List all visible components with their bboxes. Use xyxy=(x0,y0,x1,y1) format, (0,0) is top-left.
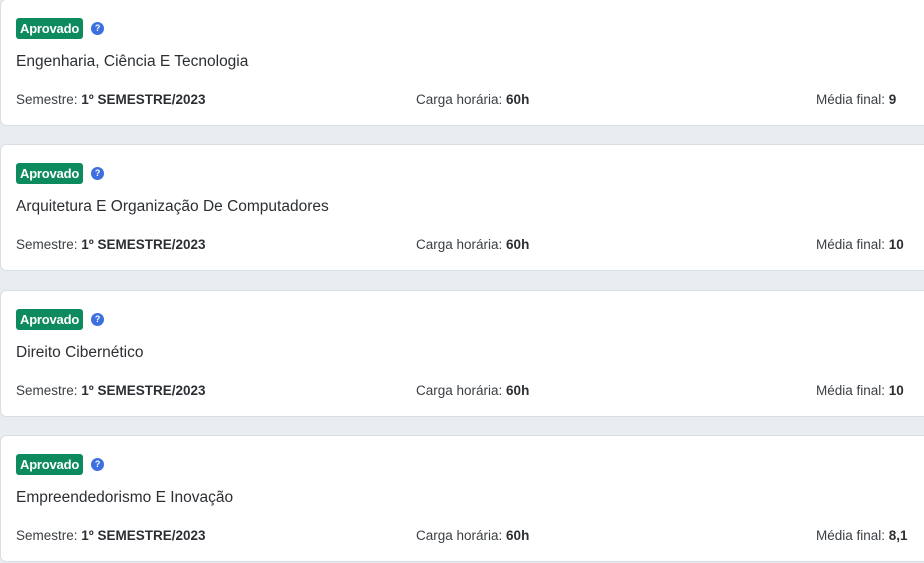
grade-value: 8,1 xyxy=(888,528,908,543)
grade-label: Média final: xyxy=(816,92,889,107)
hours-value: 60h xyxy=(506,383,530,398)
course-title: Engenharia, Ciência E Tecnologia xyxy=(16,53,249,70)
grade-value: 9 xyxy=(888,92,897,107)
course-card: Aprovado ? Empreendedorismo E Inovação S… xyxy=(0,435,924,562)
status-badge: Aprovado xyxy=(16,162,84,184)
help-icon[interactable]: ? xyxy=(91,166,105,180)
status-row: Aprovado ? xyxy=(16,17,105,39)
hours-value: 60h xyxy=(506,237,530,252)
hours-info: Carga horária: 60h xyxy=(416,528,529,543)
semester-label: Semestre: xyxy=(16,237,82,252)
help-icon[interactable]: ? xyxy=(91,21,105,35)
course-card: Aprovado ? Direito Cibernético Semestre:… xyxy=(0,290,924,417)
hours-label: Carga horária: xyxy=(416,383,507,398)
hours-value: 60h xyxy=(506,92,530,107)
semester-label: Semestre: xyxy=(16,528,82,543)
grade-label: Média final: xyxy=(816,237,889,252)
help-icon[interactable]: ? xyxy=(91,457,105,471)
hours-info: Carga horária: 60h xyxy=(416,92,529,107)
status-badge: Aprovado xyxy=(16,453,84,475)
help-icon[interactable]: ? xyxy=(91,312,105,326)
course-card: Aprovado ? Engenharia, Ciência E Tecnolo… xyxy=(0,0,924,126)
status-row: Aprovado ? xyxy=(16,308,105,330)
semester-value: 1º SEMESTRE/2023 xyxy=(81,237,206,252)
course-title: Empreendedorismo E Inovação xyxy=(16,489,234,506)
semester-value: 1º SEMESTRE/2023 xyxy=(81,383,206,398)
grade-label: Média final: xyxy=(816,383,889,398)
grade-info: Média final: 8,1 xyxy=(816,528,908,543)
semester-label: Semestre: xyxy=(16,92,82,107)
status-badge: Aprovado xyxy=(16,17,84,39)
status-row: Aprovado ? xyxy=(16,162,105,184)
semester-value: 1º SEMESTRE/2023 xyxy=(81,92,206,107)
semester-label: Semestre: xyxy=(16,383,82,398)
status-row: Aprovado ? xyxy=(16,453,105,475)
semester-info: Semestre: 1º SEMESTRE/2023 xyxy=(16,237,206,252)
grade-info: Média final: 9 xyxy=(816,92,896,107)
hours-label: Carga horária: xyxy=(416,92,507,107)
hours-value: 60h xyxy=(506,528,530,543)
grade-info: Média final: 10 xyxy=(816,383,904,398)
hours-label: Carga horária: xyxy=(416,528,507,543)
course-title: Arquitetura E Organização De Computadore… xyxy=(16,198,329,215)
grade-value: 10 xyxy=(888,383,904,398)
status-badge: Aprovado xyxy=(16,308,84,330)
hours-label: Carga horária: xyxy=(416,237,507,252)
course-card: Aprovado ? Arquitetura E Organização De … xyxy=(0,144,924,271)
grade-label: Média final: xyxy=(816,528,889,543)
semester-info: Semestre: 1º SEMESTRE/2023 xyxy=(16,383,206,398)
hours-info: Carga horária: 60h xyxy=(416,383,529,398)
semester-info: Semestre: 1º SEMESTRE/2023 xyxy=(16,528,206,543)
course-list: Aprovado ? Engenharia, Ciência E Tecnolo… xyxy=(0,0,924,563)
grade-value: 10 xyxy=(888,237,904,252)
semester-value: 1º SEMESTRE/2023 xyxy=(81,528,206,543)
hours-info: Carga horária: 60h xyxy=(416,237,529,252)
semester-info: Semestre: 1º SEMESTRE/2023 xyxy=(16,92,206,107)
course-title: Direito Cibernético xyxy=(16,344,144,361)
grade-info: Média final: 10 xyxy=(816,237,904,252)
